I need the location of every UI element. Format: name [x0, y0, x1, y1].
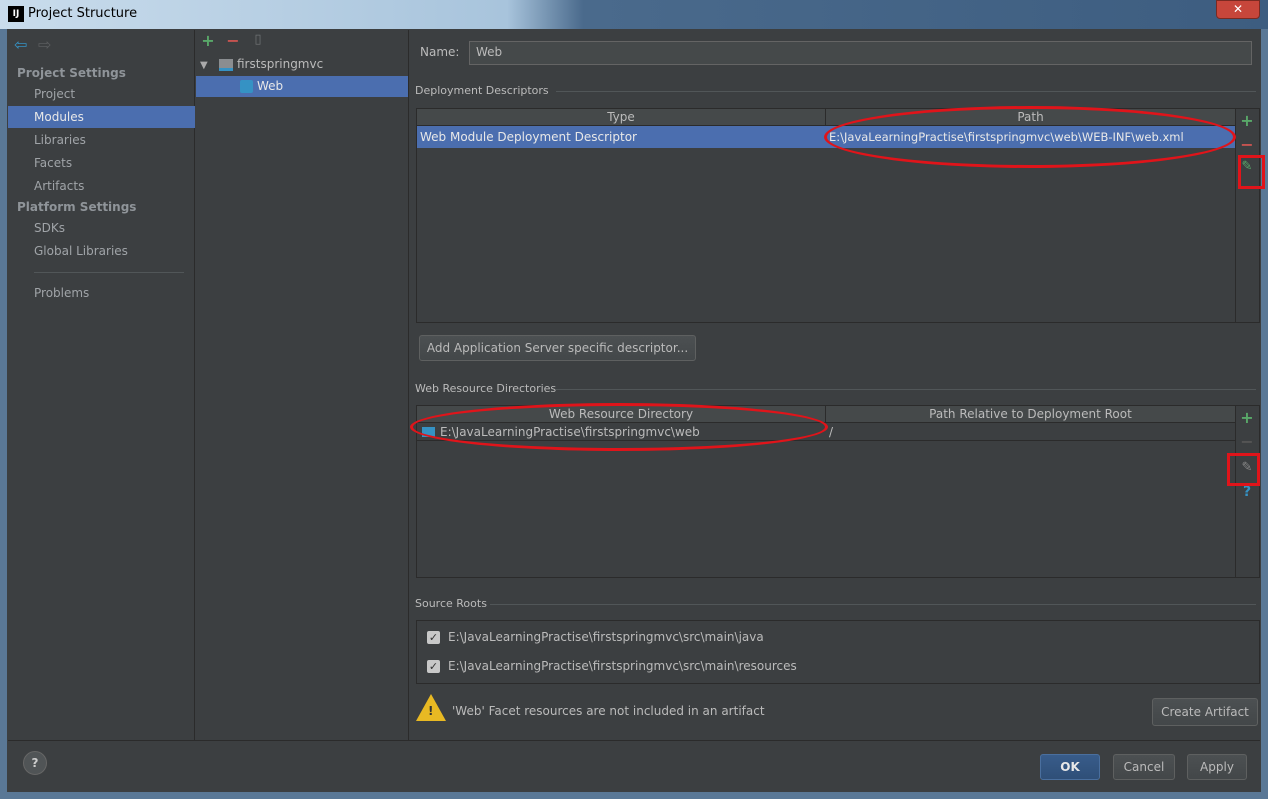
source-roots-label: Source Roots — [415, 597, 487, 610]
tree-node-web-selected[interactable]: Web — [196, 76, 408, 97]
sidebar-item-problems[interactable]: Problems — [8, 282, 195, 304]
column-header-relative-path[interactable]: Path Relative to Deployment Root — [826, 406, 1235, 423]
window-title: Project Structure — [28, 6, 138, 21]
apply-button[interactable]: Apply — [1187, 754, 1247, 780]
module-folder-icon — [219, 59, 233, 71]
ok-button[interactable]: OK — [1040, 754, 1100, 780]
add-server-descriptor-button[interactable]: Add Application Server specific descript… — [419, 335, 696, 361]
column-header-type[interactable]: Type — [417, 109, 826, 126]
help-button[interactable]: ? — [23, 751, 47, 775]
add-icon[interactable]: + — [198, 31, 218, 50]
annotation-ellipse — [824, 106, 1236, 168]
remove-icon[interactable]: − — [223, 31, 243, 50]
close-button[interactable]: ✕ — [1216, 0, 1260, 19]
platform-settings-heading: Platform Settings — [17, 200, 137, 214]
intellij-logo: IJ — [8, 6, 24, 22]
annotation-box — [1238, 155, 1265, 189]
sidebar-item-facets[interactable]: Facets — [8, 152, 195, 174]
back-arrow-icon[interactable]: ⇦ — [14, 35, 27, 54]
sidebar-item-global-libraries[interactable]: Global Libraries — [8, 240, 195, 262]
source-roots-list: ✓ E:\JavaLearningPractise\firstspringmvc… — [416, 620, 1260, 684]
name-input[interactable]: Web — [469, 41, 1252, 65]
sidebar-item-libraries[interactable]: Libraries — [8, 129, 195, 151]
checkbox-checked[interactable]: ✓ — [427, 660, 440, 673]
add-icon[interactable]: + — [1237, 111, 1257, 130]
forward-arrow-icon[interactable]: ⇨ — [38, 35, 51, 54]
remove-icon[interactable]: − — [1237, 432, 1257, 451]
divider — [490, 604, 1256, 605]
divider — [556, 91, 1256, 92]
web-facet-icon — [240, 80, 253, 93]
relative-path: / — [829, 425, 834, 439]
annotation-ellipse — [410, 403, 828, 451]
sidebar-item-artifacts[interactable]: Artifacts — [8, 175, 195, 197]
divider — [556, 389, 1256, 390]
cancel-button[interactable]: Cancel — [1113, 754, 1175, 780]
tree-node-firstspringmvc[interactable]: firstspringmvc — [237, 57, 323, 71]
resource-toolbar: + − ✎ ? — [1236, 405, 1260, 578]
footer: ? OK Cancel Apply — [8, 740, 1260, 791]
descriptor-toolbar: + − ✎ — [1236, 108, 1260, 323]
project-settings-heading: Project Settings — [17, 66, 126, 80]
help-icon[interactable]: ? — [1237, 484, 1257, 500]
create-artifact-button[interactable]: Create Artifact — [1152, 698, 1258, 726]
sidebar-item-project[interactable]: Project — [8, 83, 195, 105]
sidebar-item-modules[interactable]: Modules — [8, 106, 195, 128]
tree-node-web-label: Web — [257, 79, 284, 93]
module-tree: + − ▯ ▼ firstspringmvc Web — [196, 30, 409, 740]
expand-arrow-icon[interactable]: ▼ — [200, 60, 208, 71]
sidebar-item-sdks[interactable]: SDKs — [8, 217, 195, 239]
warning-icon-mark: ! — [428, 704, 434, 718]
warning-message: 'Web' Facet resources are not included i… — [452, 704, 765, 718]
deployment-descriptors-label: Deployment Descriptors — [415, 84, 549, 97]
add-icon[interactable]: + — [1237, 408, 1257, 427]
remove-icon[interactable]: − — [1237, 135, 1257, 154]
checkbox-checked[interactable]: ✓ — [427, 631, 440, 644]
title-bar — [0, 0, 1268, 29]
divider — [34, 272, 184, 273]
descriptor-type: Web Module Deployment Descriptor — [420, 130, 637, 144]
web-resource-directories-label: Web Resource Directories — [415, 382, 557, 395]
copy-icon[interactable]: ▯ — [248, 32, 268, 47]
name-label: Name: — [420, 45, 460, 59]
annotation-box — [1227, 453, 1260, 486]
sidebar: ⇦ ⇨ Project Settings Project Modules Lib… — [8, 30, 195, 740]
source-root-path: E:\JavaLearningPractise\firstspringmvc\s… — [448, 630, 764, 644]
source-root-path: E:\JavaLearningPractise\firstspringmvc\s… — [448, 659, 797, 673]
